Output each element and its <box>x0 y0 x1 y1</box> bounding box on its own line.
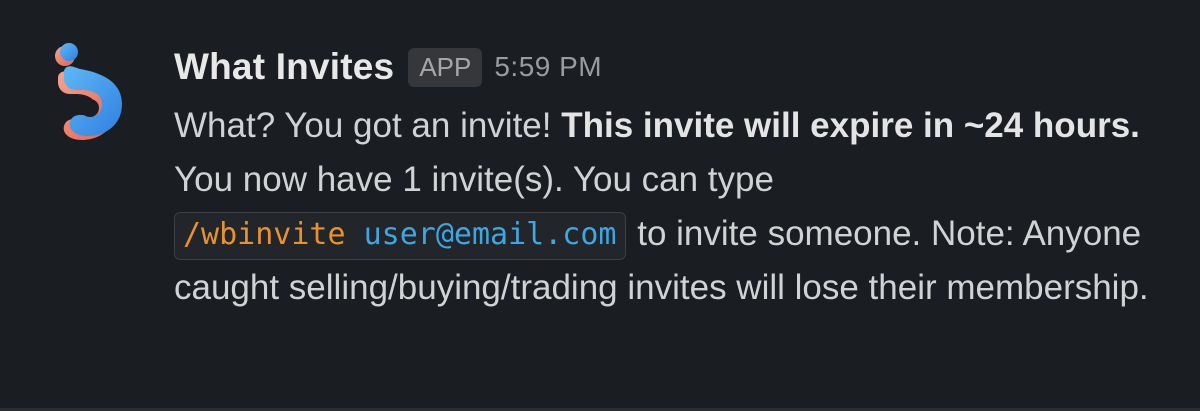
app-badge: APP <box>408 47 483 87</box>
message-text-middle: You now have 1 invite(s). You can type <box>174 160 774 199</box>
code-command: /wbinvite <box>183 217 346 252</box>
what-invites-logo-icon <box>55 43 122 140</box>
sender-name[interactable]: What Invites <box>174 46 394 88</box>
message-timestamp[interactable]: 5:59 PM <box>494 51 602 83</box>
message-text-bold: This invite will expire in ~24 hours. <box>561 106 1140 145</box>
code-argument: user@email.com <box>363 217 617 252</box>
message-text-intro: What? You got an invite! <box>174 106 562 145</box>
inline-code: /wbinvite user@email.com <box>174 212 626 260</box>
message-content: What Invites APP 5:59 PM What? You got a… <box>174 38 1164 315</box>
app-avatar[interactable] <box>50 42 134 146</box>
message-item: What Invites APP 5:59 PM What? You got a… <box>0 0 1200 411</box>
message-header: What Invites APP 5:59 PM <box>174 38 1164 96</box>
message-body: What? You got an invite! This invite wil… <box>174 99 1164 315</box>
